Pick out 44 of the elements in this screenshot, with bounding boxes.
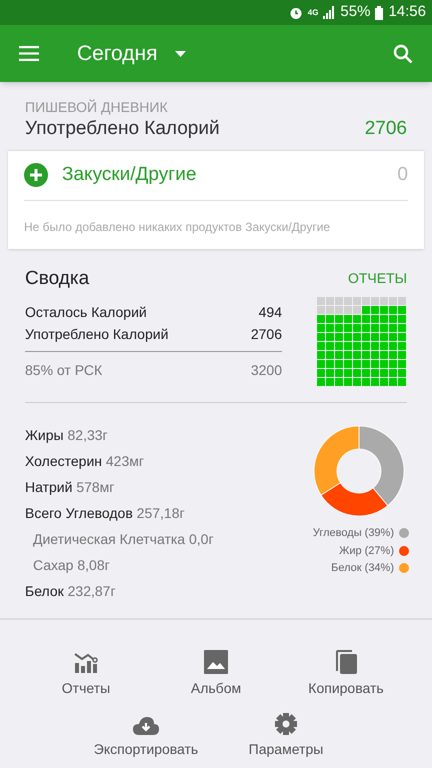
nutrient-line: Всего Углеводов 257,18г bbox=[25, 504, 186, 523]
action-button[interactable]: Альбом bbox=[151, 648, 281, 699]
legend-label: Углеводы (39%) bbox=[312, 526, 394, 541]
signal-icon bbox=[323, 6, 336, 19]
meal-title[interactable]: Закуски/Другие bbox=[62, 161, 196, 190]
clock: 14:56 bbox=[388, 2, 426, 22]
action-button[interactable]: Копировать bbox=[281, 648, 411, 699]
summary-value: 2706 bbox=[250, 325, 282, 344]
diary-label: Употреблено Калорий bbox=[25, 117, 220, 141]
network-label: 4G bbox=[308, 8, 318, 16]
legend-label: Белок (34%) bbox=[331, 561, 394, 576]
summary-label: Осталось Калорий bbox=[25, 303, 147, 322]
summary-label: Употреблено Калорий bbox=[25, 325, 168, 344]
gear-icon bbox=[275, 713, 297, 735]
reports-chart-icon bbox=[74, 652, 98, 674]
cloud-download-icon bbox=[133, 717, 159, 735]
diary-value: 2706 bbox=[364, 117, 407, 141]
caret-icon bbox=[175, 50, 186, 56]
goal-value: 3200 bbox=[250, 361, 282, 380]
copy-icon bbox=[335, 650, 357, 674]
action-button[interactable]: Отчеты bbox=[21, 648, 151, 699]
image-icon bbox=[204, 650, 228, 674]
legend-label: Жир (27%) bbox=[339, 544, 394, 558]
meal-calories: 0 bbox=[397, 163, 408, 187]
goal-label: 85% от РСК bbox=[25, 361, 102, 380]
add-icon[interactable] bbox=[24, 163, 48, 188]
nutrient-line: Натрий 578мг bbox=[25, 478, 116, 497]
nutrient-line: Холестерин 423мг bbox=[25, 452, 145, 471]
action-button[interactable]: Экспортировать bbox=[76, 709, 216, 760]
action-button[interactable]: Параметры bbox=[216, 709, 356, 760]
empty-message: Не было добавлено никаких продуктов Закуски/Другие bbox=[24, 220, 330, 234]
battery-icon bbox=[375, 6, 384, 20]
summary-value: 494 bbox=[258, 303, 282, 322]
section-caption: ПИШЕВОЙ ДНЕВНИК bbox=[25, 98, 169, 116]
nutrient-line: Диетическая Клетчатка 0,0г bbox=[32, 530, 214, 549]
nutrient-line: Жиры 82,33г bbox=[25, 426, 109, 445]
menu-icon[interactable] bbox=[19, 46, 39, 61]
alarm-icon bbox=[288, 6, 303, 20]
search-icon[interactable] bbox=[393, 44, 413, 64]
nutrient-line: Сахар 8,08г bbox=[32, 556, 111, 575]
nutrient-line: Белок 232,87г bbox=[25, 582, 117, 601]
date-dropdown[interactable]: Сегодня bbox=[77, 38, 186, 70]
battery-percent: 55% bbox=[340, 2, 370, 22]
summary-title: Сводка bbox=[25, 266, 90, 290]
